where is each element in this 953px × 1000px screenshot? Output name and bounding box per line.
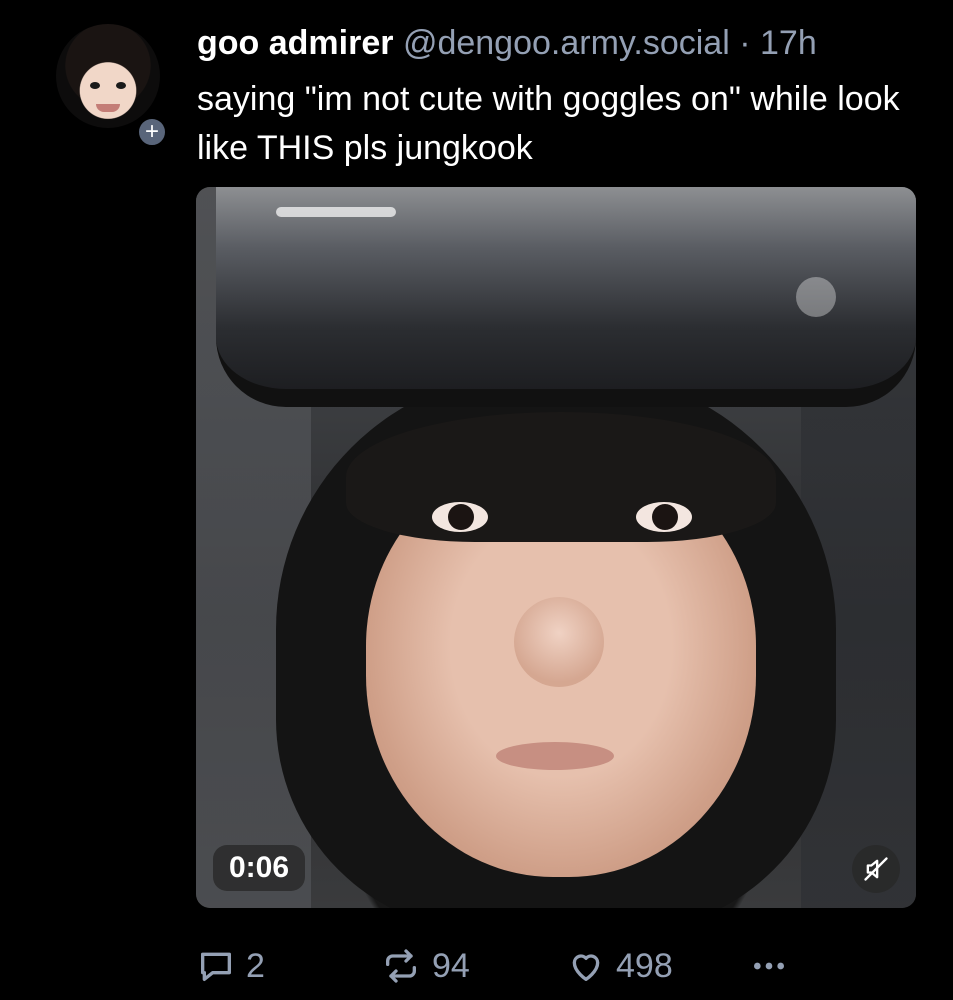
timestamp[interactable]: 17h (760, 24, 817, 62)
separator-dot: · (739, 24, 751, 62)
mute-button[interactable] (852, 845, 900, 893)
post-text: saying "im not cute with goggles on" whi… (197, 80, 900, 167)
video-player[interactable]: 0:06 (196, 187, 916, 908)
post-header: goo admirer @dengoo.army.social · 17h (197, 20, 933, 66)
like-count: 498 (616, 946, 673, 985)
repost-icon (386, 949, 416, 983)
ellipsis-icon (754, 962, 784, 970)
like-button[interactable]: 498 (566, 944, 673, 988)
speaker-muted-icon (864, 857, 888, 881)
more-options-button[interactable] (749, 944, 789, 988)
handle[interactable]: @dengoo.army.social (403, 24, 730, 62)
post-card: + goo admirer @dengoo.army.social · 17h … (0, 0, 953, 1000)
reply-count: 2 (246, 946, 265, 985)
avatar[interactable] (56, 24, 160, 128)
heart-icon (572, 954, 600, 981)
avatar-container[interactable]: + (56, 24, 168, 148)
display-name[interactable]: goo admirer (197, 24, 393, 62)
reply-button[interactable]: 2 (196, 944, 265, 988)
action-bar: 2 94 498 (196, 944, 816, 988)
repost-count: 94 (432, 946, 470, 985)
follow-plus-button[interactable]: + (136, 116, 168, 148)
repost-button[interactable]: 94 (380, 944, 470, 988)
video-duration: 0:06 (213, 845, 306, 891)
reply-icon (201, 952, 231, 981)
video-frame-goggles (216, 187, 916, 407)
